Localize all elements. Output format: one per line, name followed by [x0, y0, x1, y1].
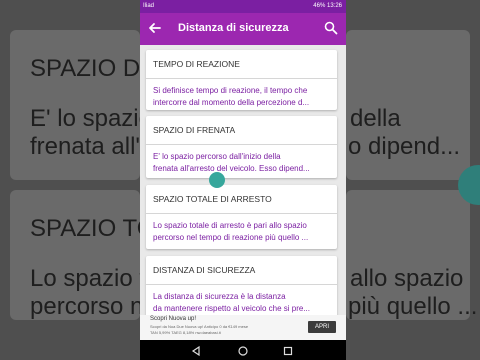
battery-label: 46%: [313, 3, 326, 9]
card-distanza-di-sicurezza[interactable]: DISTANZA DI SICUREZZA La distanza di sic…: [146, 256, 337, 320]
bg-text: frenata all'a: [30, 133, 154, 160]
app-bar: Distanza di sicurezza: [140, 13, 346, 45]
ad-text: Scopri da Noa Due Nuova up! Anticipo 0 d…: [150, 324, 249, 329]
home-circle-icon[interactable]: [237, 344, 249, 356]
card-description-line: percorso nel tempo di reazione più quell…: [153, 233, 309, 242]
card-description: Lo spazio totale di arresto è pari allo …: [153, 220, 333, 244]
status-bar: Iliad 46% 13:26: [140, 0, 346, 13]
card-description-line: Si definisce tempo di reazione, il tempo…: [153, 86, 308, 95]
card-description-line: Lo spazio totale di arresto è pari allo …: [153, 221, 307, 230]
divider: [146, 78, 337, 79]
card-heading: TEMPO DI REAZIONE: [153, 59, 240, 69]
page-title: Distanza di sicurezza: [178, 22, 289, 34]
divider: [146, 144, 337, 145]
card-tempo-di-reazione[interactable]: TEMPO DI REAZIONE Si definisce tempo di …: [146, 50, 337, 110]
card-description-line: intercorre dal momento della percezione …: [153, 98, 310, 107]
time-label: 13:26: [326, 3, 342, 9]
arrow-left-icon[interactable]: [146, 19, 164, 37]
bg-text: allo spazio: [350, 265, 464, 292]
bg-text: o dipend...: [348, 133, 461, 160]
card-description-line: La distanza di sicurezza è la distanza: [153, 292, 286, 301]
phone-screen: Iliad 46% 13:26 Distanza di sicurezza TE…: [140, 0, 346, 360]
bg-text: della: [350, 105, 401, 132]
card-description-line: frenata all'arresto del veicolo. Esso di…: [153, 164, 310, 173]
card-heading: DISTANZA DI SICUREZZA: [153, 265, 256, 275]
card-heading: SPAZIO DI FRENATA: [153, 125, 236, 135]
bg-text: E' lo spazio: [30, 105, 152, 132]
card-description: La distanza di sicurezza è la distanza d…: [153, 291, 333, 315]
bg-text: più quello ...: [348, 293, 478, 320]
back-triangle-icon[interactable]: [190, 344, 202, 357]
search-icon[interactable]: [324, 21, 338, 35]
card-description: Si definisce tempo di reazione, il tempo…: [153, 85, 333, 109]
ad-text: TAN 5,99% TAEG 8,18% nw.daeabasi.it: [150, 330, 221, 335]
card-heading: SPAZIO TOTALE DI ARRESTO: [153, 194, 272, 204]
system-nav-bar: [140, 340, 346, 360]
card-list: TEMPO DI REAZIONE Si definisce tempo di …: [140, 45, 346, 320]
card-spazio-di-frenata[interactable]: SPAZIO DI FRENATA E' lo spazio percorso …: [146, 116, 337, 178]
card-description: E' lo spazio percorso dall'inizio della …: [153, 151, 333, 175]
card-description-line: da mantenere rispetto al veicolo che si …: [153, 304, 310, 313]
carrier-label: Iliad: [143, 3, 155, 9]
status-right: 46% 13:26: [313, 3, 342, 9]
ad-open-button[interactable]: APRI: [308, 321, 336, 333]
recents-square-icon[interactable]: [282, 344, 294, 356]
divider: [146, 213, 337, 214]
card-description-line: E' lo spazio percorso dall'inizio della: [153, 152, 281, 161]
ad-title: Scopri Nuova up!: [150, 316, 197, 322]
floating-action-button[interactable]: [209, 172, 225, 188]
divider: [146, 284, 337, 285]
ad-banner[interactable]: Scopri Nuova up! Scopri da Noa Due Nuova…: [140, 315, 346, 340]
card-spazio-totale-di-arresto[interactable]: SPAZIO TOTALE DI ARRESTO Lo spazio total…: [146, 185, 337, 249]
